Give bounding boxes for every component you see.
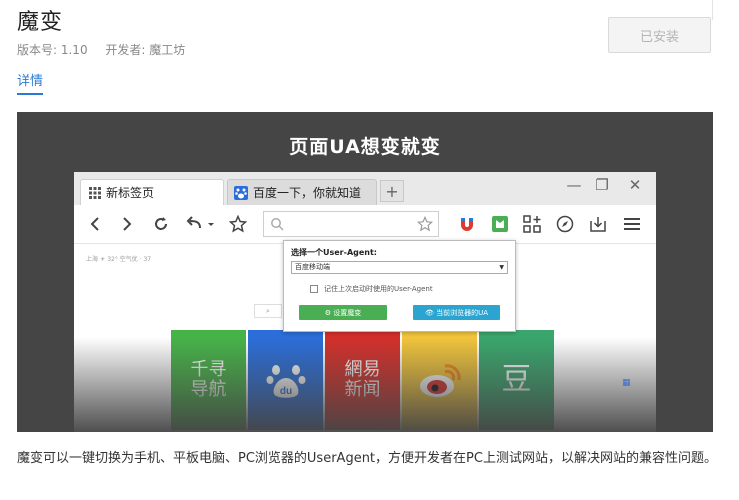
tab-details[interactable]: 详情 [17, 70, 44, 95]
undo-icon[interactable] [184, 213, 218, 235]
browser-toolbar [74, 205, 656, 244]
svg-text:du: du [279, 386, 291, 397]
baidu-paw-icon: du [266, 365, 305, 398]
star-icon[interactable] [227, 213, 249, 235]
app-meta: 版本号: 1.10 开发者: 魔工坊 [17, 41, 199, 58]
remember-ua-label: 记住上次启动时使用的User-Agent [324, 285, 433, 293]
settings-button[interactable]: ⚙ 设置魔变 [299, 305, 387, 320]
remember-ua-checkbox[interactable]: 记住上次启动时使用的User-Agent [310, 284, 433, 294]
ua-popup: 选择一个User-Agent: 百度移动端 ▼ 记住上次启动时使用的User-A… [283, 240, 516, 332]
weibo-icon [419, 364, 461, 397]
ua-select[interactable]: 百度移动端 ▼ [291, 261, 508, 274]
tile-baidu[interactable]: du [248, 330, 323, 430]
back-icon[interactable] [84, 213, 106, 235]
tile-label: 豆 [501, 362, 532, 397]
promo-screenshot: 页面UA想变就变 新标签页 百度一下，你就知道 + — ❐ ✕ 上海 ☀ 32°… [17, 112, 713, 432]
tile-label: 網易 新闻 [344, 359, 381, 400]
browser-tab-baidu[interactable]: 百度一下，你就知道 [227, 179, 377, 205]
tile-qianxun[interactable]: 千寻 导航 [171, 330, 246, 430]
forward-icon[interactable] [116, 213, 138, 235]
apps-add-icon[interactable] [521, 213, 543, 235]
browser-tab-label: 百度一下，你就知道 [253, 186, 362, 200]
address-bar[interactable] [263, 211, 439, 237]
browser-tab-newtab[interactable]: 新标签页 [80, 179, 224, 205]
baidu-paw-icon [234, 185, 248, 200]
browser-mockup: 新标签页 百度一下，你就知道 + — ❐ ✕ 上海 ☀ 32° 空气优 · 37… [74, 172, 656, 432]
promo-headline: 页面UA想变就变 [289, 136, 441, 158]
browser-tab-label: 新标签页 [106, 186, 155, 200]
maximize-icon[interactable]: ❐ [591, 176, 613, 194]
new-tab-button[interactable]: + [380, 180, 404, 202]
dropdown-arrow-icon: ▼ [499, 264, 504, 271]
tile-douban[interactable]: 豆 [479, 330, 554, 430]
bookmark-star-icon[interactable] [416, 215, 434, 236]
mobian-extension-icon[interactable] [489, 213, 511, 235]
installed-button[interactable]: 已安装 [608, 17, 711, 53]
tile-weibo[interactable]: ◉ [402, 330, 477, 430]
app-description: 魔变可以一键切换为手机、平板电脑、PC浏览器的UserAgent，方便开发者在P… [17, 451, 717, 466]
ua-select-value: 百度移动端 [295, 263, 330, 271]
developer-label: 开发者: 魔工坊 [105, 43, 186, 57]
divider [712, 0, 713, 20]
minimize-icon[interactable]: — [563, 176, 585, 194]
download-icon[interactable] [587, 213, 609, 235]
tile-label: 千寻 导航 [190, 359, 227, 400]
close-icon[interactable]: ✕ [624, 176, 646, 194]
version-label: 版本号: 1.10 [17, 43, 88, 57]
mini-search-icon: ⌕ [254, 304, 282, 318]
checkbox-box[interactable] [310, 285, 318, 293]
grid-icon [89, 186, 101, 199]
current-ua-button[interactable]: 👁 当前浏览器的UA [413, 305, 500, 320]
browser-tabbar: 新标签页 百度一下，你就知道 + — ❐ ✕ [74, 172, 656, 205]
side-grid-icon[interactable]: ▦ [622, 378, 631, 388]
app-title: 魔变 [17, 10, 64, 35]
tile-netease[interactable]: 網易 新闻 [325, 330, 400, 430]
magnet-extension-icon[interactable] [456, 213, 478, 235]
menu-icon[interactable] [621, 213, 643, 235]
weather-widget: 上海 ☀ 32° 空气优 · 37 [86, 256, 152, 263]
search-icon [270, 216, 284, 235]
refresh-icon[interactable] [150, 213, 172, 235]
compass-icon[interactable] [554, 213, 576, 235]
ua-popup-label: 选择一个User-Agent: [291, 248, 378, 257]
